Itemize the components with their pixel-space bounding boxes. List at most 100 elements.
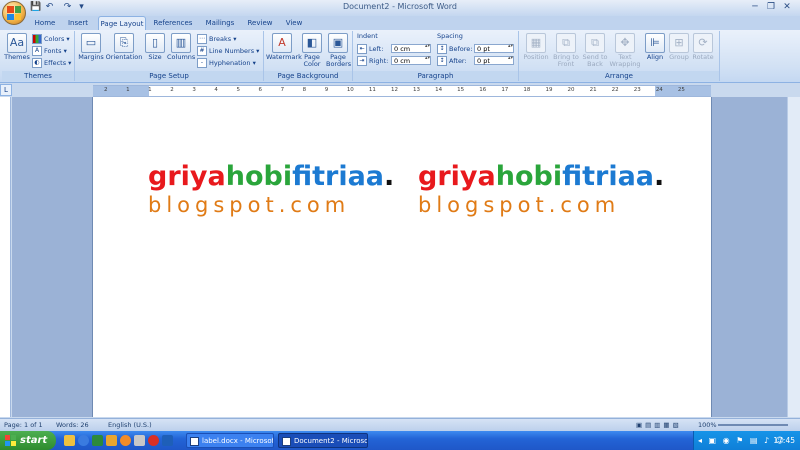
ruler-number: 14 [435, 87, 443, 93]
spacing-after-label: ↕ After: [437, 56, 467, 66]
page-setup-group: ▭ Margins ⎘ Orientation ▯ Size ▥ Columns ⋯ Br… [75, 31, 264, 81]
zoom-level[interactable]: 100% [698, 419, 717, 431]
label-right[interactable]: griyahobifitriaa. blogspot.com [418, 162, 664, 218]
themes-group: Aa Themes Colors ▾ A Fonts ▾ ◐ Effects ▾ T… [2, 31, 75, 81]
language-status[interactable]: English (U.S.) [108, 419, 152, 431]
themes-group-label: Themes [2, 71, 74, 81]
quicklaunch-folder-icon[interactable] [106, 435, 117, 446]
quicklaunch-ie-icon[interactable] [78, 435, 89, 446]
word-count-status[interactable]: Words: 26 [56, 419, 89, 431]
watermark-button[interactable]: A Watermark [266, 33, 302, 61]
indent-header: Indent [357, 32, 378, 40]
indent-left-input[interactable]: 0 cm [391, 44, 431, 53]
ruler-toggle-button[interactable]: L [0, 84, 12, 96]
taskbar-item-document2[interactable]: Document2 - Microsoft ... [278, 433, 368, 448]
brand-part-fitriaa: fitriaa [562, 161, 655, 192]
rotate-button[interactable]: ⟳ Rotate [691, 33, 715, 61]
close-button[interactable]: ✕ [780, 1, 794, 13]
quicklaunch-app-icon[interactable] [92, 435, 103, 446]
system-tray: ◂ ▣ ◉ ⚑ ▤ ♪ ☺ 17:45 [693, 431, 800, 450]
word-doc-icon [282, 437, 291, 446]
position-label: Position [523, 53, 549, 61]
ruler-number: 10 [346, 87, 354, 93]
domain-text: blogspot.com [418, 193, 621, 217]
tab-review[interactable]: Review [244, 16, 276, 30]
theme-fonts-label: Fonts ▾ [44, 47, 67, 55]
page-color-button[interactable]: ◧ Page Color [300, 33, 324, 68]
quicklaunch-explorer-icon[interactable] [64, 435, 75, 446]
hyphenation-button[interactable]: - Hyphenation ▾ [197, 58, 256, 68]
text-wrapping-button[interactable]: ✥ Text Wrapping [609, 33, 641, 68]
vertical-ruler[interactable] [0, 97, 11, 417]
zoom-slider[interactable] [718, 424, 788, 426]
tab-home[interactable]: Home [30, 16, 60, 30]
send-to-back-button[interactable]: ⧉ Send to Back [581, 33, 609, 68]
fonts-icon: A [32, 46, 42, 56]
ruler-number: 8 [302, 87, 307, 93]
indent-left-text: Left: [369, 45, 384, 53]
bring-to-front-button[interactable]: ⧉ Bring to Front [551, 33, 581, 68]
window-title: Document2 - Microsoft Word [342, 2, 458, 11]
office-button[interactable] [2, 1, 26, 25]
redo-icon[interactable]: ↷ [62, 2, 73, 13]
quicklaunch-chrome-icon[interactable] [148, 435, 159, 446]
label-left[interactable]: griyahobifitriaa. blogspot.com [148, 162, 394, 218]
ruler-number: 3 [192, 87, 196, 93]
start-button[interactable]: start [0, 431, 56, 450]
columns-button[interactable]: ▥ Columns [167, 33, 195, 61]
page-borders-button[interactable]: ▣ Page Borders [326, 33, 352, 68]
quicklaunch-firefox-icon[interactable] [120, 435, 131, 446]
document-page[interactable]: griyahobifitriaa. blogspot.com griyahobi… [93, 97, 711, 417]
theme-colors-button[interactable]: Colors ▾ [32, 34, 70, 44]
ruler-number: 22 [611, 87, 619, 93]
taskbar-item-label-docx[interactable]: label.docx - Microsoft... [186, 433, 274, 448]
quicklaunch-media-icon[interactable] [134, 435, 145, 446]
brand-part-fitriaa: fitriaa [292, 161, 385, 192]
spacing-after-input[interactable]: 0 pt [474, 56, 514, 65]
start-label: start [20, 435, 48, 446]
align-button[interactable]: ⊫ Align [643, 33, 667, 61]
rotate-icon: ⟳ [693, 33, 713, 53]
breaks-button[interactable]: ⋯ Breaks ▾ [197, 34, 236, 44]
undo-icon[interactable]: ↶ [44, 2, 55, 13]
page-borders-label: Page Borders [326, 53, 352, 68]
word-doc-icon [190, 437, 199, 446]
tab-references[interactable]: References [150, 16, 196, 30]
maximize-button[interactable]: ❐ [764, 1, 778, 13]
ruler-number: 17 [501, 87, 509, 93]
tab-view[interactable]: View [280, 16, 308, 30]
theme-fonts-button[interactable]: A Fonts ▾ [32, 46, 67, 56]
vertical-scrollbar[interactable] [787, 97, 800, 417]
customize-quick-access-icon[interactable]: ▾ [76, 2, 87, 13]
paragraph-group: Indent ⇤Left: 0 cm ⇥Right: 0 cm Spacing … [353, 31, 519, 81]
quicklaunch-word-icon[interactable] [162, 435, 173, 446]
status-bar: Page: 1 of 1 Words: 26 English (U.S.) ▣▤… [0, 418, 800, 431]
paragraph-group-label: Paragraph [353, 71, 518, 81]
horizontal-ruler[interactable]: 2 1 1 2 3 4 5 6 7 8 9 10 11 12 13 14 15 16 17 18 19 20 21 22 23 2… [93, 85, 711, 97]
group-button[interactable]: ⊞ Group [667, 33, 691, 61]
size-button[interactable]: ▯ Size [145, 33, 165, 61]
size-label: Size [148, 53, 162, 61]
windows-flag-icon [5, 435, 16, 446]
group-label: Group [669, 53, 689, 61]
view-buttons[interactable]: ▣▤▥▦▧ [636, 419, 692, 431]
tab-mailings[interactable]: Mailings [200, 16, 240, 30]
save-icon[interactable]: 💾 [30, 2, 41, 13]
ruler-number: 25 [677, 87, 685, 93]
orientation-icon: ⎘ [114, 33, 134, 53]
orientation-button[interactable]: ⎘ Orientation [105, 33, 143, 61]
position-button[interactable]: ▦ Position [521, 33, 551, 61]
tab-page-layout[interactable]: Page Layout [98, 16, 146, 31]
tab-insert[interactable]: Insert [62, 16, 94, 30]
minimize-button[interactable]: ─ [748, 1, 762, 13]
margins-button[interactable]: ▭ Margins [77, 33, 105, 61]
theme-effects-button[interactable]: ◐ Effects ▾ [32, 58, 71, 68]
themes-button[interactable]: Aa Themes [4, 33, 30, 61]
indent-right-input[interactable]: 0 cm [391, 56, 431, 65]
line-numbers-button[interactable]: # Line Numbers ▾ [197, 46, 259, 56]
ruler-number: 15 [457, 87, 465, 93]
ruler-left-margin [93, 86, 149, 96]
indent-right-icon: ⇥ [357, 56, 367, 66]
page-count-status[interactable]: Page: 1 of 1 [4, 419, 43, 431]
spacing-before-input[interactable]: 0 pt [474, 44, 514, 53]
